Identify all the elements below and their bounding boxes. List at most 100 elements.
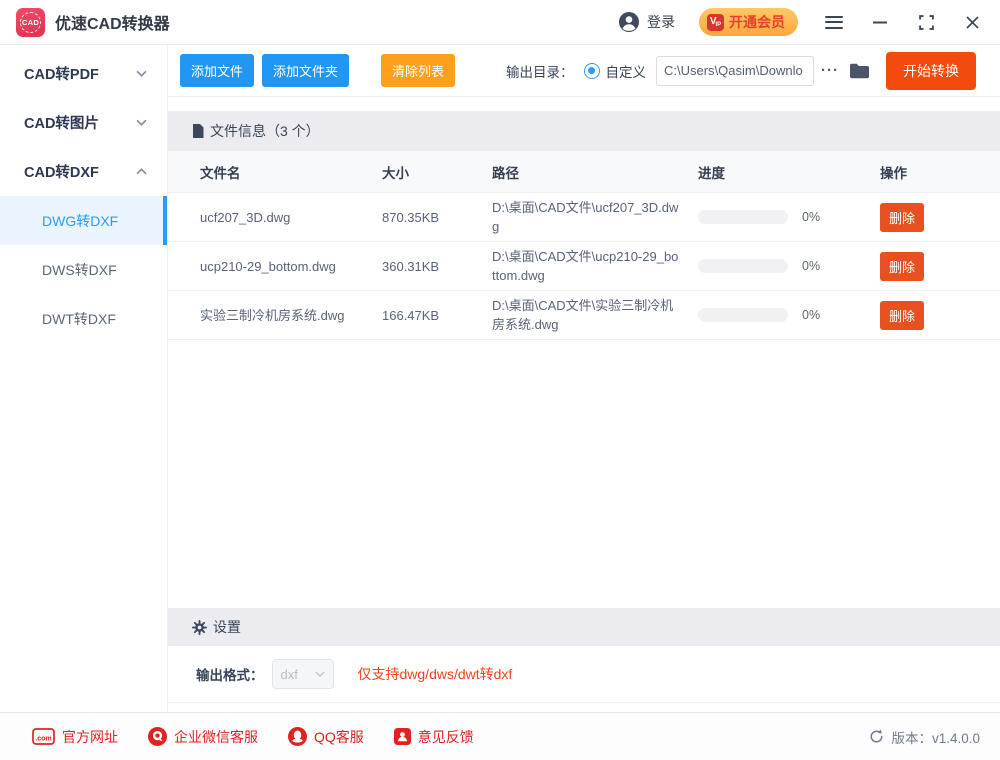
browse-more-button[interactable]: ··· — [821, 62, 839, 79]
sidebar-item-dwg-to-dxf[interactable]: DWG转DXF — [0, 196, 167, 245]
table-header: 文件名 大小 路径 进度 操作 — [168, 151, 1000, 193]
file-name: ucp210-29_bottom.dwg — [200, 252, 382, 281]
open-folder-button[interactable] — [849, 62, 870, 79]
sidebar-item-dws-to-dxf[interactable]: DWS转DXF — [0, 245, 167, 294]
progress-percent: 0% — [802, 208, 820, 227]
file-size: 166.47KB — [382, 301, 492, 330]
output-format-value: dxf — [281, 667, 298, 682]
qq-icon — [288, 727, 307, 746]
progress-cell: 0% — [698, 252, 880, 281]
output-format-select[interactable]: dxf — [272, 659, 334, 689]
file-size: 870.35KB — [382, 203, 492, 232]
col-action: 操作 — [880, 162, 976, 182]
output-path-input[interactable] — [656, 56, 814, 86]
progress-bar — [698, 259, 788, 273]
delete-button[interactable]: 删除 — [880, 203, 924, 232]
footer-link-label: QQ客服 — [314, 727, 364, 747]
version-info: 版本：v1.4.0.0 — [869, 727, 980, 747]
app-title: 优速CAD转换器 — [55, 10, 170, 34]
output-format-label: 输出格式： — [196, 664, 264, 684]
login-label: 登录 — [647, 12, 675, 32]
file-size: 360.31KB — [382, 252, 492, 281]
sidebar-item-dwt-to-dxf[interactable]: DWT转DXF — [0, 294, 167, 343]
vip-label: 开通会员 — [729, 12, 785, 32]
file-name: ucf207_3D.dwg — [200, 203, 382, 232]
svg-text:.com: .com — [35, 736, 51, 743]
footer-link-label: 企业微信客服 — [174, 727, 258, 747]
chevron-up-icon — [136, 168, 147, 175]
login-button[interactable]: 登录 — [618, 11, 675, 33]
settings-title: 设置 — [213, 617, 241, 637]
custom-radio[interactable] — [584, 63, 600, 79]
col-size: 大小 — [382, 162, 492, 182]
progress-bar — [698, 308, 788, 322]
chevron-down-icon — [136, 70, 147, 77]
app-window: CAD 优速CAD转换器 登录 VIP 开通会员 — [0, 0, 1000, 760]
main-panel: 添加文件 添加文件夹 清除列表 输出目录： 自定义 ··· 开始转换 — [168, 45, 1000, 712]
progress-percent: 0% — [802, 306, 820, 325]
chevron-down-icon — [315, 671, 325, 677]
file-name: 实验三制冷机房系统.dwg — [200, 301, 382, 330]
minimize-icon — [873, 21, 887, 24]
website-com-icon: .com — [32, 728, 55, 745]
settings-header: 设置 — [168, 608, 1000, 646]
output-dir-group: 输出目录： 自定义 ··· 开始转换 — [506, 52, 976, 90]
user-avatar-icon — [618, 11, 640, 33]
menu-button[interactable] — [824, 10, 844, 34]
maximize-icon — [919, 15, 934, 30]
sidebar-item-cad-to-dxf[interactable]: CAD转DXF — [0, 147, 167, 196]
titlebar: CAD 优速CAD转换器 登录 VIP 开通会员 — [0, 0, 1000, 45]
feedback-link[interactable]: 意见反馈 — [394, 727, 474, 747]
minimize-button[interactable] — [870, 10, 890, 34]
spacer-gap — [168, 97, 1000, 111]
sidebar-item-cad-to-pdf[interactable]: CAD转PDF — [0, 49, 167, 98]
sidebar-group-label: CAD转DXF — [24, 161, 99, 182]
table-row: 实验三制冷机房系统.dwg 166.47KB D:\桌面\CAD文件\实验三制冷… — [168, 291, 1000, 340]
sidebar-sub-label: DWG转DXF — [42, 211, 118, 231]
vip-button[interactable]: VIP 开通会员 — [699, 8, 798, 36]
add-file-button[interactable]: 添加文件 — [180, 54, 254, 87]
progress-percent: 0% — [802, 257, 820, 276]
file-info-header: 文件信息（3 个） — [168, 111, 1000, 151]
add-folder-button[interactable]: 添加文件夹 — [262, 54, 349, 87]
vip-icon: VIP — [707, 14, 724, 31]
file-path: D:\桌面\CAD文件\实验三制冷机房系统.dwg — [492, 291, 698, 339]
document-icon — [192, 124, 204, 138]
chevron-down-icon — [136, 119, 147, 126]
sidebar: CAD转PDF CAD转图片 CAD转DXF DWG转DXF DWS转DXF D… — [0, 45, 168, 712]
clear-list-button[interactable]: 清除列表 — [381, 54, 455, 87]
hamburger-icon — [825, 16, 843, 29]
maximize-button[interactable] — [916, 10, 936, 34]
progress-cell: 0% — [698, 301, 880, 330]
table-row: ucp210-29_bottom.dwg 360.31KB D:\桌面\CAD文… — [168, 242, 1000, 291]
col-path: 路径 — [492, 162, 698, 182]
wechat-service-link[interactable]: 企业微信客服 — [148, 727, 258, 747]
footer-link-label: 意见反馈 — [418, 727, 474, 747]
official-website-link[interactable]: .com 官方网址 — [32, 727, 118, 747]
file-info-title: 文件信息（3 个） — [210, 121, 320, 141]
delete-button[interactable]: 删除 — [880, 252, 924, 281]
sidebar-sub-label: DWS转DXF — [42, 260, 117, 280]
file-path: D:\桌面\CAD文件\ucf207_3D.dwg — [492, 193, 698, 241]
gear-icon — [192, 620, 207, 635]
folder-icon — [849, 62, 870, 79]
progress-bar — [698, 210, 788, 224]
close-button[interactable] — [962, 10, 982, 34]
sidebar-item-cad-to-image[interactable]: CAD转图片 — [0, 98, 167, 147]
wechat-work-icon — [148, 727, 167, 746]
feedback-icon — [394, 728, 411, 745]
qq-service-link[interactable]: QQ客服 — [288, 727, 364, 747]
toolbar: 添加文件 添加文件夹 清除列表 输出目录： 自定义 ··· 开始转换 — [168, 45, 1000, 97]
update-refresh-icon — [869, 729, 884, 744]
empty-area — [168, 340, 1000, 608]
col-filename: 文件名 — [200, 162, 382, 182]
footer: .com 官方网址 企业微信客服 QQ客服 — [0, 712, 1000, 760]
col-progress: 进度 — [698, 162, 880, 182]
output-dir-label: 输出目录： — [506, 61, 574, 81]
sidebar-group-label: CAD转图片 — [24, 112, 99, 133]
app-logo-icon: CAD — [16, 8, 45, 37]
delete-button[interactable]: 删除 — [880, 301, 924, 330]
footer-link-label: 官方网址 — [62, 727, 118, 747]
settings-body: 输出格式： dxf 仅支持dwg/dws/dwt转dxf — [168, 646, 1000, 703]
start-convert-button[interactable]: 开始转换 — [886, 52, 976, 90]
